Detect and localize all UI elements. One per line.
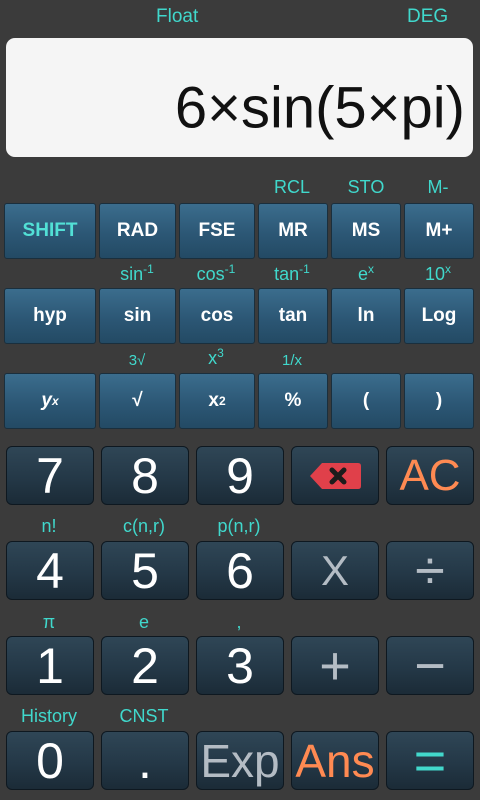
digit-7-button[interactable]: 7 [6, 446, 94, 505]
secondary-label-permutation: p(n,r) [217, 516, 261, 536]
multiply-button[interactable]: X [291, 541, 379, 600]
ans-button[interactable]: Ans [291, 731, 379, 790]
secondary-label-x-cubed: x3 [208, 346, 224, 368]
sin-button[interactable]: sin [99, 288, 176, 344]
secondary-label-ten-pow: 10x [424, 262, 452, 284]
secondary-label-comma: , [236, 612, 242, 632]
minus-button[interactable]: − [386, 636, 474, 696]
secondary-label-acos: cos-1 [196, 262, 236, 284]
backspace-icon [310, 462, 361, 489]
mr-button[interactable]: MR [258, 203, 328, 259]
ln-button[interactable]: ln [331, 288, 401, 344]
rad-button[interactable]: RAD [99, 203, 176, 259]
decimal-point-button[interactable]: . [101, 731, 189, 790]
digit-2-button[interactable]: 2 [101, 636, 189, 695]
percent-button[interactable]: % [258, 373, 328, 429]
secondary-label-sto: STO [347, 177, 385, 197]
mode-indicator: Float [156, 6, 199, 27]
secondary-label-rcl: RCL [273, 177, 310, 197]
hyp-button[interactable]: hyp [4, 288, 96, 344]
display-panel: 6×sin(5×pi) [6, 38, 473, 157]
backspace-button[interactable] [291, 446, 379, 505]
history-label: History [20, 706, 77, 726]
cos-button[interactable]: cos [179, 288, 255, 344]
sqrt-button[interactable]: √ [99, 373, 176, 429]
status-bar: Float DEG [0, 0, 480, 36]
secondary-label-atan: tan-1 [274, 262, 310, 284]
angle-indicator: DEG [407, 6, 449, 27]
digit-1-button[interactable]: 1 [6, 636, 94, 695]
secondary-label-cube-root: 3√ [128, 352, 146, 369]
secondary-label-e: e [138, 612, 149, 632]
square-button[interactable]: x2 [179, 373, 255, 429]
tan-button[interactable]: tan [258, 288, 328, 344]
plus-button[interactable]: + [291, 636, 379, 696]
ms-button[interactable]: MS [331, 203, 401, 259]
digit-9-button[interactable]: 9 [196, 446, 284, 505]
digit-8-button[interactable]: 8 [101, 446, 189, 505]
digit-4-button[interactable]: 4 [6, 541, 94, 600]
secondary-label-exp-e: ex [357, 262, 374, 284]
expression-display: 6×sin(5×pi) [174, 75, 465, 141]
m-plus-button[interactable]: M+ [404, 203, 474, 259]
close-paren-button[interactable]: ) [404, 373, 474, 429]
shift-button[interactable]: SHIFT [4, 203, 96, 259]
digit-0-button[interactable]: 0 [6, 731, 94, 790]
exp-button[interactable]: Exp [196, 731, 284, 790]
power-button[interactable]: yx [4, 373, 96, 429]
constants-label: CNST [119, 706, 169, 726]
all-clear-button[interactable]: AC [386, 446, 474, 505]
secondary-label-pi: π [42, 612, 56, 632]
secondary-label-reciprocal: 1/x [281, 352, 302, 369]
equals-button[interactable]: = [386, 729, 474, 792]
secondary-label-combination: c(n,r) [123, 516, 165, 536]
digit-6-button[interactable]: 6 [196, 541, 284, 600]
secondary-label-m-minus: M- [427, 177, 449, 197]
log-button[interactable]: Log [404, 288, 474, 344]
fse-button[interactable]: FSE [179, 203, 255, 259]
secondary-label-asin: sin-1 [120, 262, 154, 284]
divide-button[interactable]: ÷ [386, 541, 474, 601]
open-paren-button[interactable]: ( [331, 373, 401, 429]
digit-3-button[interactable]: 3 [196, 636, 284, 695]
digit-5-button[interactable]: 5 [101, 541, 189, 600]
secondary-label-factorial: n! [41, 516, 57, 536]
